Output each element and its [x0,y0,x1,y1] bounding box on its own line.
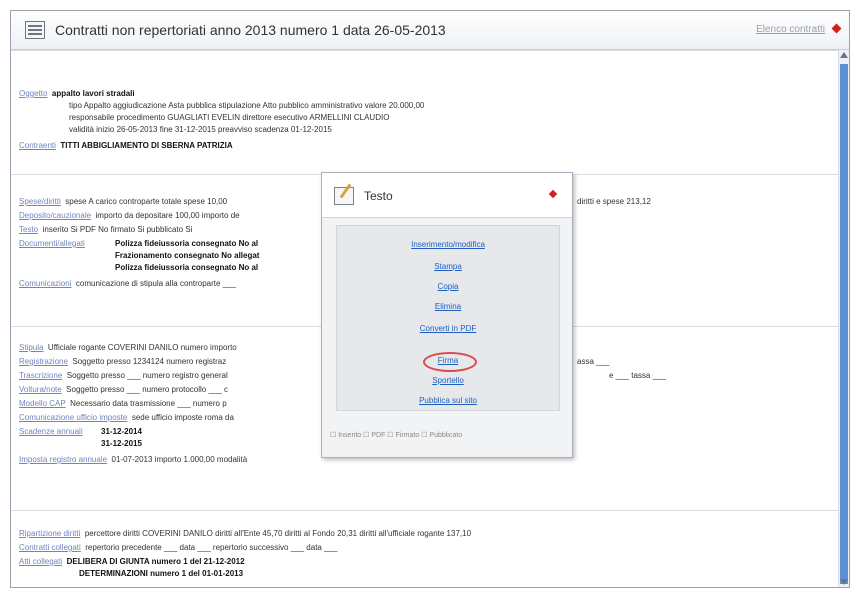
trascrizione-tassa: e ___ tassa ___ [609,371,666,380]
section-oggetto: Oggetto appalto lavori stradali tipo App… [11,50,839,175]
testo-text: inserito Si PDF No firmato Si pubblicato… [42,225,193,234]
stipula-text: Ufficiale rogante COVERINI DANILO numero… [47,343,237,352]
menu-stampa[interactable]: Stampa [337,262,559,271]
modello-link[interactable]: Modello CAP [19,399,66,408]
oggetto-link[interactable]: Oggetto [19,89,47,98]
window-header: Contratti non repertoriati anno 2013 num… [11,11,849,50]
scrollbar-thumb[interactable] [840,64,848,584]
menu-sportello[interactable]: Sportello [337,376,559,385]
contraenti-link[interactable]: Contraenti [19,141,56,150]
scroll-down-icon[interactable] [840,579,848,585]
spese-link[interactable]: Spese/diritti [19,197,61,206]
ripartizione-link[interactable]: Ripartizione diritti [19,529,80,538]
atti-link[interactable]: Atti collegati [19,557,62,566]
header-link[interactable]: Elenco contratti [756,24,825,35]
registrazione-tassa: assa ___ [577,357,610,366]
voltura-text: Soggetto presso ___ numero protocollo __… [66,385,229,394]
page-title: Contratti non repertoriati anno 2013 num… [55,22,446,38]
menu-converti-pdf[interactable]: Converti in PDF [337,324,559,333]
menu-copia[interactable]: Copia [337,282,559,291]
close-icon[interactable] [831,23,842,34]
scadenza-1: 31-12-2014 [101,427,142,436]
collegati-link[interactable]: Contratti collegati [19,543,81,552]
menu-elimina[interactable]: Elimina [337,302,559,311]
responsabile-details: responsabile procedimento GUAGLIATI EVEL… [69,113,390,122]
comunicazione-ufficio-text: sede ufficio imposte roma da [131,413,234,422]
ripartizione-text: percettore diritti COVERINI DANILO dirit… [84,529,472,538]
popup-menu: Inserimento/modifica Stampa Copia Elimin… [336,225,560,411]
spese-text: spese A carico controparte totale spese … [65,197,228,206]
scadenze-link[interactable]: Scadenze annuali [19,427,83,436]
oggetto-details: tipo Appalto aggiudicazione Asta pubblic… [69,101,425,110]
collegati-text: repertorio precedente ___ data ___ reper… [85,543,338,552]
contraenti-value: TITTI ABBIGLIAMENTO DI SBERNA PATRIZIA [60,141,233,150]
comunicazione-ufficio-link[interactable]: Comunicazione ufficio imposte [19,413,127,422]
scadenza-2: 31-12-2015 [101,439,142,448]
comunicazioni-text: comunicazione di stipula alla contropart… [75,279,237,288]
edit-icon [334,187,354,205]
testo-link[interactable]: Testo [19,225,38,234]
menu-firma[interactable]: Firma [337,356,559,365]
testo-popup: Testo Inserimento/modifica Stampa Copia … [321,172,573,458]
menu-inserimento[interactable]: Inserimento/modifica [337,240,559,249]
trascrizione-link[interactable]: Trascrizione [19,371,62,380]
oggetto-value: appalto lavori stradali [51,89,135,98]
popup-header: Testo [322,173,572,218]
menu-pubblica[interactable]: Pubblica sul sito [337,396,559,405]
trascrizione-text: Soggetto presso ___ numero registro gene… [66,371,228,380]
modello-text: Necessario data trasmissione ___ numero … [70,399,227,408]
atto-2: DETERMINAZIONI numero 1 del 01-01-2013 [79,569,244,578]
imposta-text: 01-07-2013 importo 1.000,00 modalità [111,455,248,464]
documento-3: Polizza fideiussoria consegnato No al [115,263,259,272]
registrazione-text: Soggetto presso 1234124 numero registraz [72,357,227,366]
popup-status: ☐ Inserito ☐ PDF ☐ Firmato ☐ Pubblicato [330,432,463,439]
deposito-text: importo da depositare 100,00 importo de [95,211,240,220]
scroll-up-icon[interactable] [840,52,848,58]
popup-title: Testo [364,189,393,203]
registrazione-link[interactable]: Registrazione [19,357,68,366]
voltura-link[interactable]: Voltura/note [19,385,62,394]
comunicazioni-link[interactable]: Comunicazioni [19,279,71,288]
documento-1: Polizza fideiussoria consegnato No al [115,239,259,248]
document-icon [25,21,45,39]
spese-total: diritti e spese 213,12 [577,197,651,206]
documento-2: Frazionamento consegnato No allegat [115,251,260,260]
stipula-link[interactable]: Stipula [19,343,43,352]
section-ripartizione: Ripartizione diritti percettore diritti … [11,510,839,587]
imposta-link[interactable]: Imposta registro annuale [19,455,107,464]
validita-details: validità inizio 26-05-2013 fine 31-12-20… [69,125,332,134]
deposito-link[interactable]: Deposito/cauzionale [19,211,91,220]
documenti-link[interactable]: Documenti/allegati [19,239,85,248]
atto-1: DELIBERA DI GIUNTA numero 1 del 21-12-20… [66,557,245,566]
vertical-scrollbar[interactable] [838,50,849,587]
popup-close-icon[interactable] [548,189,558,199]
